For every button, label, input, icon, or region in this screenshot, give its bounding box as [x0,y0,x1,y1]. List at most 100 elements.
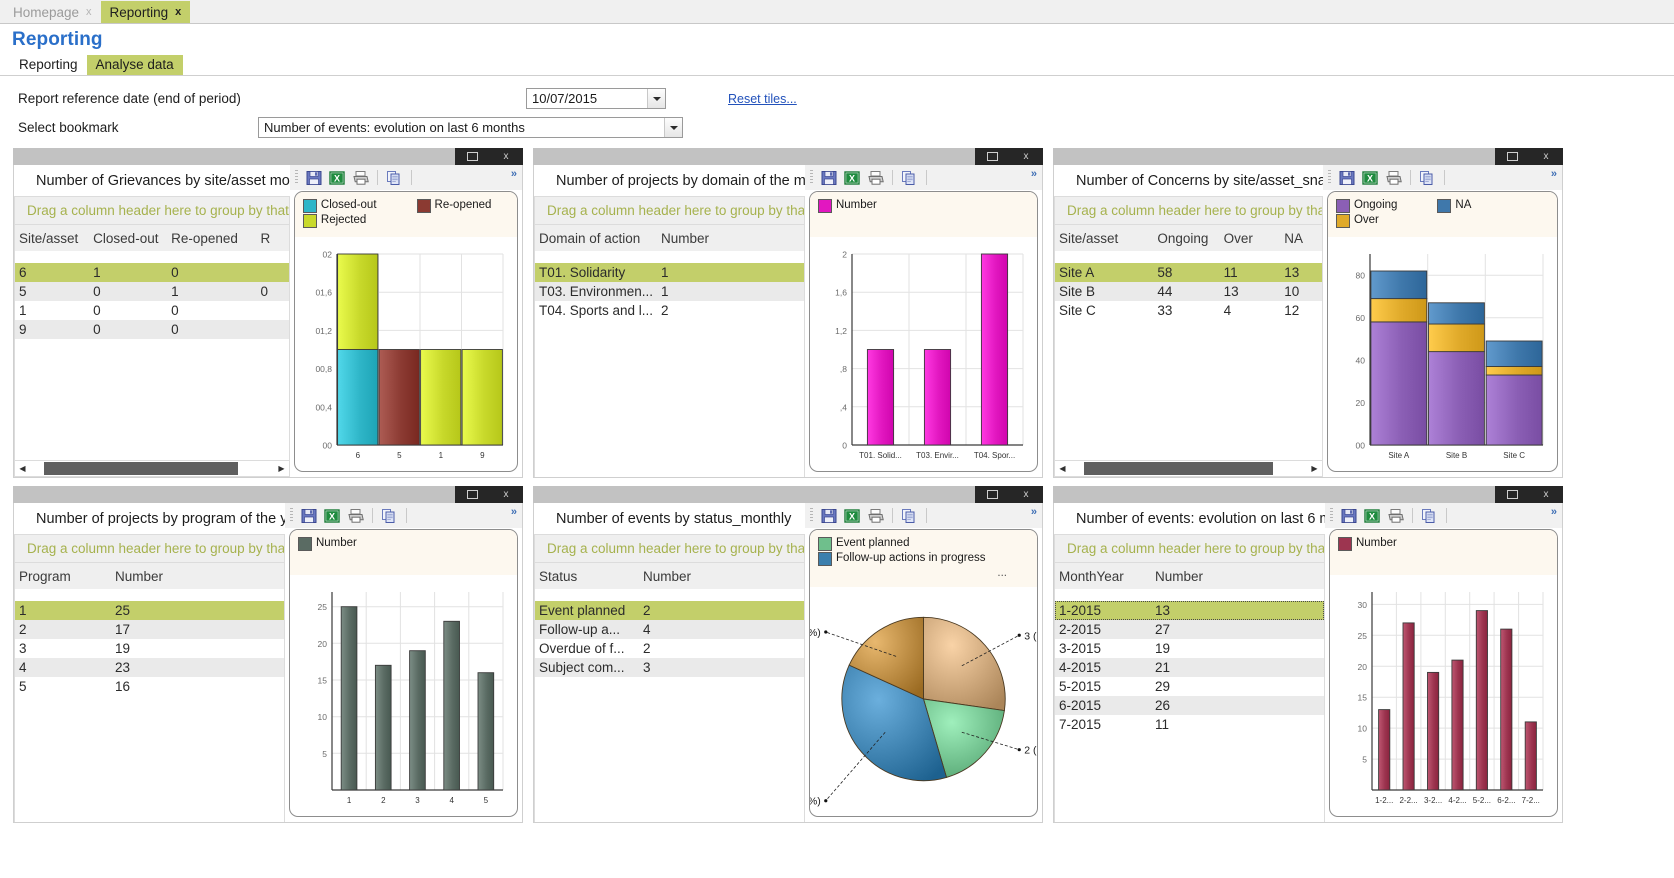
copy-icon[interactable] [900,506,919,525]
table-row[interactable]: 4-2015 21 [1055,658,1324,677]
column-header[interactable]: Ongoing [1153,231,1219,246]
table-row[interactable]: Site A 58 11 13 [1055,263,1322,282]
toolbar-grip-icon[interactable] [1329,508,1333,523]
tile-close-button[interactable]: x [489,489,523,500]
table-row[interactable]: 2-2015 27 [1055,620,1324,639]
table-row[interactable]: 5 16 [15,677,284,696]
legend-overflow[interactable]: ... [818,566,1029,581]
excel-export-icon[interactable]: X [1363,506,1382,525]
column-header[interactable]: Site/asset [1055,231,1153,246]
group-by-drop-area[interactable]: Drag a column header here to group by th… [1055,197,1322,225]
group-by-drop-area[interactable]: Drag a column header here to group by th… [1055,535,1324,563]
horizontal-scrollbar[interactable]: ◀ ▶ [1054,460,1323,477]
table-row[interactable]: Subject com... 3 [535,658,804,677]
report-date-combobox[interactable]: 10/07/2015 [526,88,666,109]
copy-icon[interactable] [385,168,404,187]
save-icon[interactable] [305,168,324,187]
table-row[interactable]: 3 19 [15,639,284,658]
save-icon[interactable] [1338,168,1357,187]
excel-export-icon[interactable]: X [323,506,342,525]
toolbar-grip-icon[interactable] [1327,170,1331,185]
scroll-right-arrow-icon[interactable]: ▶ [274,464,289,473]
tab-homepage[interactable]: Homepage x [4,1,101,23]
column-header[interactable]: Number [657,231,723,246]
table-row[interactable]: 3-2015 19 [1055,639,1324,658]
tile-minimize-button[interactable] [975,152,1009,161]
table-row[interactable]: Site B 44 13 10 [1055,282,1322,301]
table-row[interactable]: T03. Environmen... 1 [535,282,804,301]
tile-minimize-button[interactable] [455,152,489,161]
table-row[interactable]: 1 25 [15,601,284,620]
tile-minimize-button[interactable] [455,490,489,499]
reset-tiles-link[interactable]: Reset tiles... [728,92,797,106]
column-header[interactable]: Number [1151,569,1217,584]
toolbar-grip-icon[interactable] [294,170,298,185]
report-date-chevron-down-icon[interactable] [647,89,665,108]
toolbar-overflow-chevron-icon[interactable]: » [1031,506,1037,518]
tile-titlebar[interactable]: x [533,148,1043,165]
column-header[interactable]: MonthYear [1055,569,1151,584]
tile-minimize-button[interactable] [1495,152,1529,161]
toolbar-grip-icon[interactable] [809,170,813,185]
group-by-drop-area[interactable]: Drag a column header here to group by th… [15,197,289,225]
excel-export-icon[interactable]: X [328,168,347,187]
tile-close-button[interactable]: x [1009,151,1043,162]
group-by-drop-area[interactable]: Drag a column header here to group by th… [15,535,284,563]
toolbar-overflow-chevron-icon[interactable]: » [1031,168,1037,180]
scroll-right-arrow-icon[interactable]: ▶ [1307,464,1322,473]
save-icon[interactable] [820,168,839,187]
table-row[interactable]: Overdue of f... 2 [535,639,804,658]
print-icon[interactable] [1384,168,1403,187]
column-header[interactable]: Closed-out [89,231,167,246]
scroll-track[interactable] [30,462,274,475]
bookmark-combobox[interactable]: Number of events: evolution on last 6 mo… [258,117,683,138]
scroll-left-arrow-icon[interactable]: ◀ [1055,464,1070,473]
table-row[interactable]: Follow-up a... 4 [535,620,804,639]
column-header[interactable]: Program [15,569,111,584]
table-row[interactable]: 6-2015 26 [1055,696,1324,715]
column-header[interactable]: Over [1220,231,1281,246]
toolbar-overflow-chevron-icon[interactable]: » [1551,506,1557,518]
column-header[interactable]: Status [535,569,639,584]
subtab-analyse-data[interactable]: Analyse data [86,55,183,75]
horizontal-scrollbar[interactable]: ◀ ▶ [14,460,290,477]
tile-titlebar[interactable]: x [533,486,1043,503]
tab-reporting-close-icon[interactable]: x [175,6,181,18]
table-row[interactable]: 2 17 [15,620,284,639]
tile-minimize-button[interactable] [1495,490,1529,499]
column-header[interactable]: Site/asset [15,231,89,246]
bookmark-chevron-down-icon[interactable] [664,118,682,137]
copy-icon[interactable] [380,506,399,525]
toolbar-overflow-chevron-icon[interactable]: » [1551,168,1557,180]
column-header[interactable]: Number [639,569,705,584]
scroll-left-arrow-icon[interactable]: ◀ [15,464,30,473]
column-header[interactable]: Number [111,569,177,584]
excel-export-icon[interactable]: X [843,506,862,525]
table-row[interactable]: 4 23 [15,658,284,677]
group-by-drop-area[interactable]: Drag a column header here to group by th… [535,535,804,563]
tab-reporting[interactable]: Reporting x [100,1,191,23]
print-icon[interactable] [866,506,885,525]
table-row[interactable]: 1-2015 13 [1055,601,1324,620]
table-row[interactable]: 9 0 0 [15,320,289,339]
print-icon[interactable] [1386,506,1405,525]
toolbar-overflow-chevron-icon[interactable]: » [511,506,517,518]
save-icon[interactable] [1340,506,1359,525]
group-by-drop-area[interactable]: Drag a column header here to group by th… [535,197,804,225]
tile-close-button[interactable]: x [489,151,523,162]
table-row[interactable]: 1 0 0 [15,301,289,320]
copy-icon[interactable] [900,168,919,187]
table-row[interactable]: 5 0 1 0 [15,282,289,301]
tile-close-button[interactable]: x [1529,151,1563,162]
copy-icon[interactable] [1418,168,1437,187]
table-row[interactable]: 6 1 0 [15,263,289,282]
print-icon[interactable] [866,168,885,187]
tile-close-button[interactable]: x [1529,489,1563,500]
table-row[interactable]: 5-2015 29 [1055,677,1324,696]
print-icon[interactable] [351,168,370,187]
toolbar-grip-icon[interactable] [809,508,813,523]
save-icon[interactable] [300,506,319,525]
print-icon[interactable] [346,506,365,525]
toolbar-overflow-chevron-icon[interactable]: » [511,168,517,180]
table-row[interactable]: T04. Sports and l... 2 [535,301,804,320]
